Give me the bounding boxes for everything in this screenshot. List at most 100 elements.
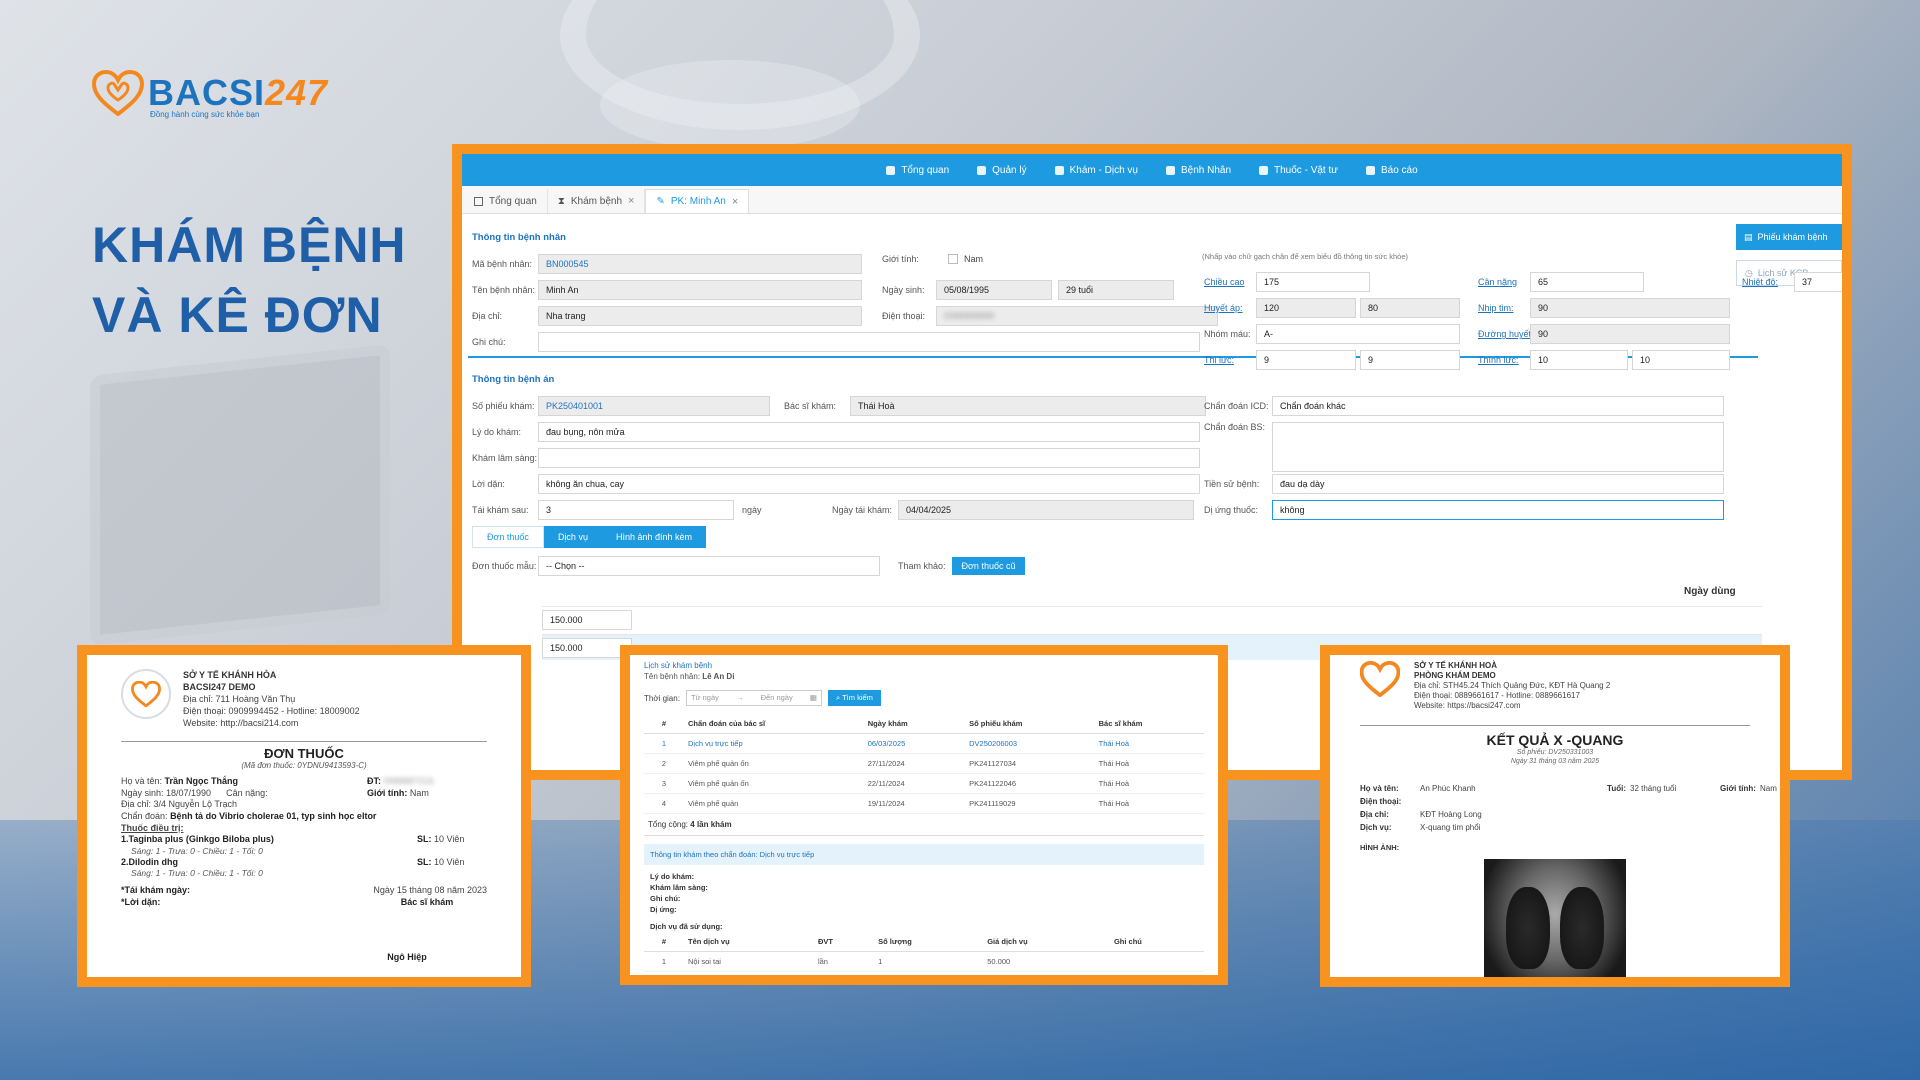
table-row[interactable]: 3 Viêm phế quản ốn 22/11/2024 PK241122046 Th… — [644, 773, 1204, 794]
prescription-title: ĐƠN THUỐC — [121, 741, 487, 761]
background-lamp-glow — [600, 60, 860, 150]
patient-info-title: Thông tin bệnh nhân — [472, 232, 566, 243]
tab-tong-quan[interactable]: Tổng quan — [464, 189, 548, 213]
ten-row: Tên bệnh nhân: Minh An — [472, 280, 862, 300]
vision-left-field[interactable]: 9 — [1256, 350, 1356, 370]
heart-rate-field[interactable]: 90 — [1530, 298, 1730, 318]
revisit-days-field[interactable]: 3 — [538, 500, 734, 520]
close-icon[interactable]: × — [628, 195, 634, 207]
ngay-tai-kham-row: Ngày tái khám: 04/04/2025 — [832, 500, 1194, 520]
height-field[interactable]: 175 — [1256, 272, 1370, 292]
icd-select[interactable]: Chẩn đoán khác — [1272, 396, 1724, 416]
rx-drug-2: 2.Dilodin dhg SL: 10 Viên — [121, 856, 465, 867]
gender-checkbox[interactable] — [948, 254, 958, 264]
temperature-field[interactable]: 37 — [1794, 272, 1842, 292]
search-button[interactable]: ⌕ Tìm kiếm — [827, 690, 881, 706]
blood-sugar-field[interactable]: 90 — [1530, 324, 1730, 344]
history-filter: Thời gian: Từ ngày → Đến ngày ▦ ⌕ Tìm kiếm — [644, 690, 1204, 706]
rx-address-row: Địa chỉ: 3/4 Nguyễn Lộ Trạch — [121, 799, 238, 809]
top-navigation: Tổng quan Quản lý Khám - Dịch vụ Bệnh Nh… — [462, 154, 1842, 186]
close-icon[interactable]: × — [732, 196, 738, 208]
history-patient: Tên bệnh nhân: Lê An Di — [644, 672, 735, 681]
bp-diastolic-field[interactable]: 80 — [1360, 298, 1460, 318]
visit-code-field[interactable]: PK250401001 — [538, 396, 770, 416]
date-range-input[interactable]: Từ ngày → Đến ngày ▦ — [685, 690, 822, 706]
revisit-date-field[interactable]: 04/04/2025 — [898, 500, 1194, 520]
table-row[interactable]: 1 Dịch vụ trực tiếp 06/03/2025 DV250206003 T… — [644, 733, 1204, 754]
chest-xray-image — [1484, 859, 1626, 977]
nav-kham-dich-vu[interactable]: Khám - Dịch vụ — [1054, 165, 1138, 176]
prescription-card: SỞ Y TẾ KHÁNH HÒA BACSI247 DEMO Địa chỉ:… — [77, 645, 531, 987]
page-headline: KHÁM BỆNH VÀ KÊ ĐƠN — [92, 210, 407, 350]
patient-id-field[interactable]: BN000545 — [538, 254, 862, 274]
ly-do-row: Lý do khám: đau bụng, nôn mửa — [472, 422, 1200, 442]
rx-drug-1-dose: Sáng: 1 - Trưa: 0 - Chiều: 1 - Tối: 0 — [131, 845, 263, 856]
headline-line-2: VÀ KÊ ĐƠN — [92, 287, 383, 343]
di-ung-row: Dị ứng thuốc: không — [1204, 500, 1724, 520]
table-row[interactable]: 2 Viêm phế quản ốn 27/11/2024 PK241127034 Th… — [644, 753, 1204, 774]
bp-systolic-field[interactable]: 120 — [1256, 298, 1356, 318]
icd-row: Chẩn đoán ICD: Chẩn đoán khác — [1204, 396, 1724, 416]
vision-right-field[interactable]: 9 — [1360, 350, 1460, 370]
template-select[interactable]: -- Chọn -- — [538, 556, 880, 576]
allergy-field[interactable]: không — [1272, 500, 1724, 520]
tab-bar: Tổng quan ⧗ Khám bệnh × ✎ PK: Minh An × — [462, 186, 1842, 214]
rx-signer-row: Ngô Hiệp — [387, 952, 427, 962]
history-field[interactable]: đau dạ dày — [1272, 474, 1724, 494]
nav-thuoc-vat-tu[interactable]: Thuốc - Vật tư — [1259, 165, 1338, 176]
tab-hinh-anh[interactable]: Hình ảnh đính kèm — [601, 526, 707, 548]
table-row[interactable]: 4 Viêm phế quản 19/11/2024 PK241119029 Thái … — [644, 793, 1204, 814]
hearing-left-field[interactable]: 10 — [1530, 350, 1628, 370]
advice-field[interactable]: không ăn chua, cay — [538, 474, 1200, 494]
reason-field[interactable]: đau bụng, nôn mửa — [538, 422, 1200, 442]
tab-dich-vu[interactable]: Dịch vụ — [543, 526, 602, 548]
clinical-exam-field[interactable] — [538, 448, 1200, 468]
nav-bao-cao[interactable]: Báo cáo — [1365, 165, 1418, 176]
doctor-diagnosis-textarea[interactable] — [1272, 422, 1724, 472]
col-ngay-dung: Ngày dùng — [1684, 586, 1736, 597]
hearing-right-field[interactable]: 10 — [1632, 350, 1730, 370]
xray-code: Số phiếu: DV250331003 — [1516, 749, 1594, 756]
tab-kham-benh[interactable]: ⧗ Khám bệnh × — [548, 189, 646, 213]
edit-icon: ✎ — [656, 196, 665, 207]
patient-name-field[interactable]: Minh An — [538, 280, 862, 300]
nav-benh-nhan[interactable]: Bệnh Nhân — [1165, 165, 1231, 176]
dashboard-icon — [886, 165, 896, 175]
duong-huyet-row: Đường huyết 90 — [1478, 324, 1730, 344]
history-total: Tổng cộng: 4 lần khám — [644, 814, 1204, 836]
services-used-label: Dịch vụ đã sử dụng: — [650, 922, 723, 931]
nav-quan-ly[interactable]: Quản lý — [977, 165, 1027, 176]
tab-pk-minh-an[interactable]: ✎ PK: Minh An × — [645, 189, 750, 213]
doctor-field[interactable]: Thái Hoà — [850, 396, 1206, 416]
thinh-luc-row: Thính lực: 10 10 — [1478, 350, 1730, 370]
rx-diagnosis-row: Chẩn đoán: Bệnh tả do Vibrio cholerae 01… — [121, 810, 377, 821]
age-field: 29 tuổi — [1058, 280, 1174, 300]
loi-dan-row: Lời dặn: không ăn chua, cay — [472, 474, 1200, 494]
dia-chi-row: Địa chỉ: Nha trang — [472, 306, 862, 326]
prescription-code: (Mã đơn thuốc: 0YDNU9413593-C) — [241, 761, 367, 770]
ma-bn-row: Mã bệnh nhân: BN000545 — [472, 254, 862, 274]
dob-field[interactable]: 05/08/1995 — [936, 280, 1052, 300]
nav-tong-quan[interactable]: Tổng quan — [886, 165, 949, 176]
phone-field[interactable]: 0988888888 — [936, 306, 1218, 326]
rx-drugs-heading: Thuốc điều trị: — [121, 823, 184, 833]
headline-line-1: KHÁM BỆNH — [92, 217, 407, 273]
calendar-icon: ▦ — [809, 693, 817, 702]
history-title: Lịch sử khám bệnh — [644, 661, 713, 670]
thi-luc-row: Thị lực: 9 9 — [1204, 350, 1460, 370]
tab-don-thuoc[interactable]: Đơn thuốc — [472, 526, 544, 548]
note-field[interactable] — [538, 332, 1200, 352]
services-table: # Tên dịch vụ ĐVT Số lượng Giá dịch vụ G… — [644, 932, 1204, 972]
chan-doan-bs-row: Chẩn đoán BS: — [1204, 422, 1724, 472]
weight-field[interactable]: 65 — [1530, 272, 1644, 292]
xray-header: SỞ Y TẾ KHÁNH HOÀ PHÒNG KHÁM DEMO Địa ch… — [1360, 661, 1750, 711]
xray-org: SỞ Y TẾ KHÁNH HOÀ PHÒNG KHÁM DEMO Địa ch… — [1414, 661, 1611, 710]
address-field[interactable]: Nha trang — [538, 306, 862, 326]
users-icon — [977, 165, 987, 175]
don-mau-row: Đơn thuốc mẫu: -- Chọn -- Tham khảo: Đơn th… — [472, 556, 1026, 576]
blood-type-select[interactable]: A- — [1256, 324, 1460, 344]
table-row[interactable]: 1 Nội soi tai lần 1 50.000 — [644, 951, 1204, 972]
kham-ls-row: Khám lâm sàng: — [472, 448, 1200, 468]
record-subtabs: Đơn thuốc Dịch vụ Hình ảnh đính kèm — [472, 526, 707, 548]
old-prescription-button[interactable]: Đơn thuốc cũ — [951, 557, 1026, 575]
